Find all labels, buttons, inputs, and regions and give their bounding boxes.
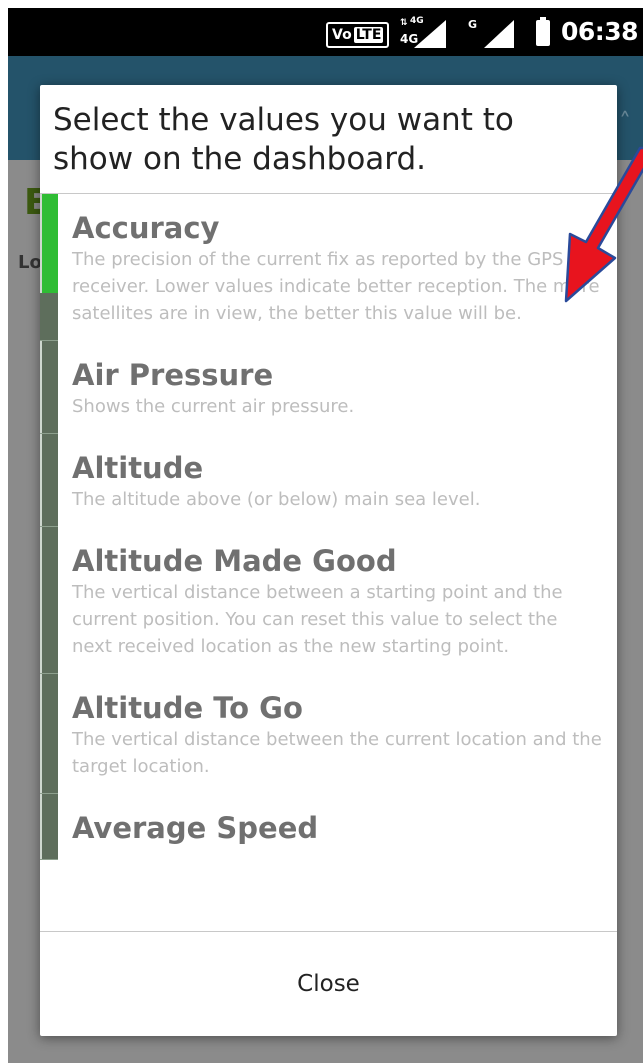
overflow-chevron-icon: ˄ — [619, 108, 631, 136]
list-item-altitude-to-go[interactable]: Altitude To Go The vertical distance bet… — [40, 674, 617, 794]
item-title: Average Speed — [72, 811, 319, 845]
dialog-title: Select the values you want to show on th… — [53, 102, 514, 177]
selection-indicator — [40, 527, 58, 674]
sim2-network-label: G — [468, 18, 478, 31]
list-item-average-speed[interactable]: Average Speed — [40, 794, 617, 860]
red-arrow-annotation-icon — [564, 146, 643, 303]
item-description: The precision of the current fix as repo… — [72, 249, 600, 324]
list-item-altitude-made-good[interactable]: Altitude Made Good The vertical distance… — [40, 527, 617, 674]
item-description: The vertical distance between the curren… — [72, 729, 602, 777]
item-title: Air Pressure — [72, 358, 274, 392]
clock: 06:38 — [561, 17, 639, 46]
network-arrows-icon: ⇅ — [400, 18, 408, 28]
item-title: Altitude — [72, 451, 204, 485]
item-title: Accuracy — [72, 211, 220, 245]
background-label: Lo — [18, 252, 42, 273]
item-description: The vertical distance between a starting… — [72, 582, 563, 657]
sim2-signal-icon — [484, 20, 514, 48]
selection-indicator — [40, 674, 58, 794]
volte-label: Vo — [332, 27, 352, 43]
selection-indicator — [40, 194, 58, 341]
volte-badge: Vo LTE — [326, 22, 390, 48]
status-bar: Vo LTE ⇅ 4G 4G G 06:38 — [8, 8, 643, 56]
item-description: Shows the current air pressure. — [72, 396, 355, 417]
list-item-air-pressure[interactable]: Air Pressure Shows the current air press… — [40, 341, 617, 434]
close-button[interactable]: Close — [40, 932, 617, 1036]
lte-label: LTE — [353, 27, 384, 43]
dashboard-values-list[interactable]: Accuracy The precision of the current fi… — [40, 193, 617, 932]
item-title: Altitude Made Good — [72, 544, 397, 578]
list-item-accuracy[interactable]: Accuracy The precision of the current fi… — [40, 194, 617, 341]
selection-indicator — [40, 434, 58, 527]
phone-screen: Vo LTE ⇅ 4G 4G G 06:38 ˄ E Lo Select the … — [8, 8, 643, 1063]
list-item-altitude[interactable]: Altitude The altitude above (or below) m… — [40, 434, 617, 527]
item-description: The altitude above (or below) main sea l… — [72, 489, 481, 510]
item-description — [72, 846, 603, 860]
select-values-dialog: Select the values you want to show on th… — [40, 85, 617, 1036]
battery-icon — [536, 17, 550, 46]
item-title: Altitude To Go — [72, 691, 303, 725]
selection-indicator — [40, 794, 58, 860]
selection-indicator — [40, 341, 58, 434]
signal-strength-icon — [414, 20, 446, 48]
